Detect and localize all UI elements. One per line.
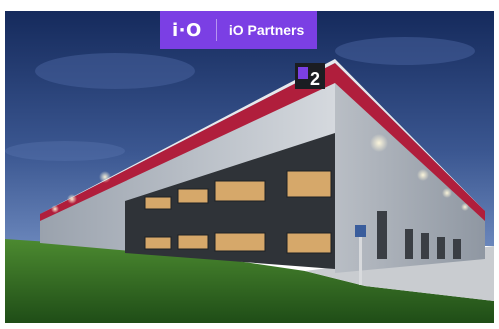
- brand-badge: i·O iO Partners: [160, 11, 317, 49]
- badge-divider: [215, 19, 217, 41]
- warehouse-photo: 2: [5, 11, 494, 323]
- road-sign: [355, 225, 366, 237]
- cloud: [5, 141, 125, 161]
- image-frame: 2 i·O iO Partners: [0, 0, 499, 329]
- cloud: [35, 53, 195, 89]
- sign-logo: [298, 67, 308, 79]
- brand-logo-icon: i·O: [172, 19, 202, 41]
- sign-number: 2: [310, 69, 320, 89]
- brand-name: iO Partners: [228, 22, 305, 38]
- sign-pole: [359, 237, 362, 285]
- cloud: [335, 37, 475, 65]
